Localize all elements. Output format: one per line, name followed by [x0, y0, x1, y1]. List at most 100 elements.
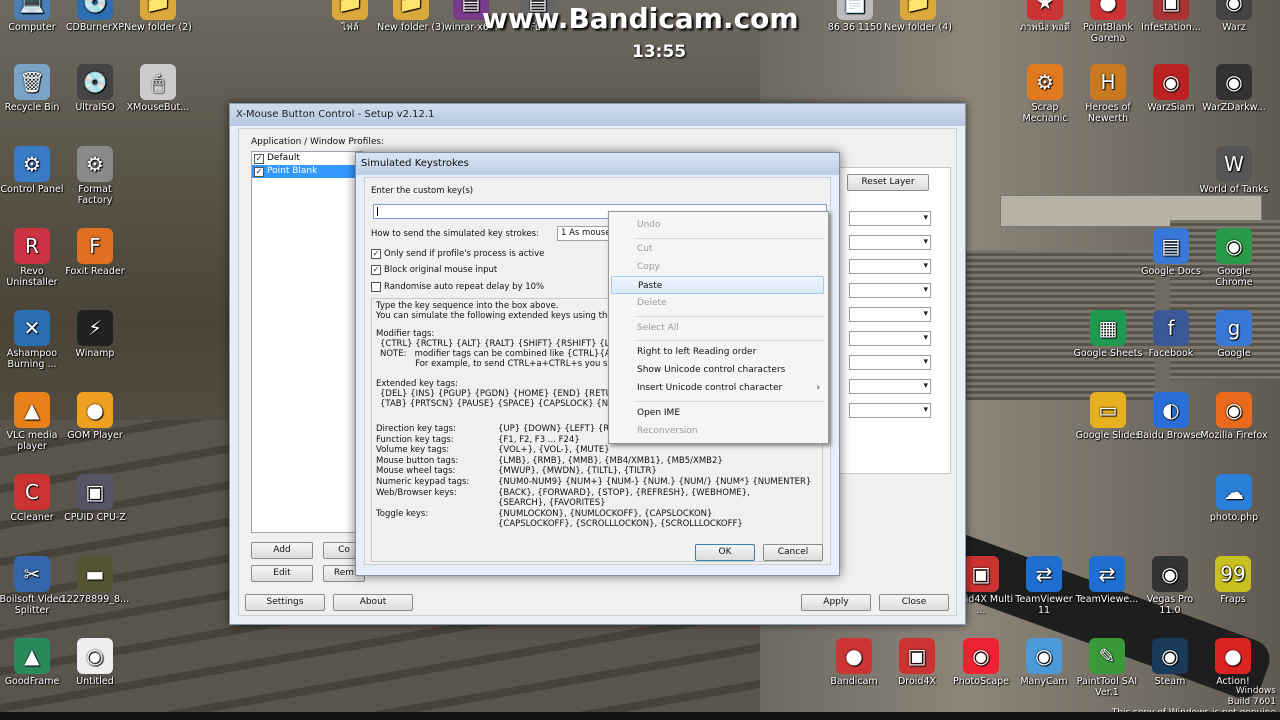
block-row[interactable]: ✓ Block original mouse input [371, 265, 497, 275]
reset-layer-button[interactable]: Reset Layer [847, 174, 929, 191]
menu-item-copy[interactable]: Copy [637, 262, 660, 272]
button-action-dropdown-9[interactable] [849, 403, 931, 418]
desktop-icon[interactable]: 💻 Computer [0, 0, 67, 33]
desktop-icon[interactable]: 📁 New folder (4) [883, 0, 953, 33]
about-button[interactable]: About [333, 594, 413, 611]
desktop-icon[interactable]: ● Bandicam [819, 638, 889, 687]
desktop-icon[interactable]: g Google [1199, 310, 1269, 359]
desktop-icon[interactable]: ◉ Steam [1135, 638, 1205, 687]
desktop-icon[interactable]: ▤ Google Docs [1136, 228, 1206, 277]
desktop-icon[interactable]: ▣ Droid4X [882, 638, 952, 687]
desktop-icon[interactable]: ▲ VLC media player [0, 392, 67, 452]
desktop-icon[interactable]: ● GOM Player [60, 392, 130, 441]
desktop-icon-label: Google [1217, 348, 1251, 359]
menu-item-rtl-reading[interactable]: Right to left Reading order [637, 347, 756, 357]
app-icon: ▣ [1153, 0, 1189, 20]
desktop-icon[interactable]: ◉ WarzSiam [1136, 64, 1206, 113]
desktop-icon[interactable]: 99 Fraps [1198, 556, 1268, 605]
dialog-title[interactable]: Simulated Keystrokes [356, 153, 839, 175]
menu-item-reconversion[interactable]: Reconversion [637, 426, 698, 436]
profile-default[interactable]: ✓ Default [252, 152, 362, 165]
edit-button[interactable]: Edit [251, 565, 313, 582]
profile-point-blank[interactable]: ✓ Point Blank [252, 165, 362, 178]
desktop-icon[interactable]: ✂ Boilsoft Video Splitter [0, 556, 67, 616]
apply-button[interactable]: Apply [801, 594, 871, 611]
desktop-icon[interactable]: ◉ Mozilla Firefox [1199, 392, 1269, 441]
desktop-icon[interactable]: R Revo Uninstaller [0, 228, 67, 288]
add-button[interactable]: Add [251, 542, 313, 559]
desktop-icon[interactable]: ◉ PhotoScape [946, 638, 1016, 687]
block-checkbox[interactable]: ✓ [371, 265, 381, 275]
button-action-dropdown-5[interactable] [849, 307, 931, 322]
button-action-dropdown-2[interactable] [849, 235, 931, 250]
desktop-icon[interactable]: ◉ Vegas Pro 11.0 [1135, 556, 1205, 616]
desktop-icon[interactable]: 💿 CDBurnerXP [60, 0, 130, 33]
desktop-icon[interactable]: 💿 UltraISO [60, 64, 130, 113]
menu-item-select-all[interactable]: Select All [637, 323, 679, 333]
menu-item-cut[interactable]: Cut [637, 244, 653, 254]
menu-item-open-ime[interactable]: Open IME [637, 408, 680, 418]
desktop-icon[interactable]: ▭ Google Slides [1073, 392, 1143, 441]
desktop-icon[interactable]: F Foxit Reader [60, 228, 130, 277]
ok-button[interactable]: OK [695, 544, 755, 561]
desktop-icon[interactable]: ⚙ Scrap Mechanic [1010, 64, 1080, 124]
desktop-icon[interactable]: ⇄ TeamViewer 11 [1009, 556, 1079, 616]
app-icon: W [1216, 146, 1252, 182]
desktop-icon[interactable]: ◉ Untitled [60, 638, 130, 687]
menu-item-delete[interactable]: Delete [637, 298, 667, 308]
desktop-icon[interactable]: 🗑 Recycle Bin [0, 64, 67, 113]
only-send-checkbox[interactable]: ✓ [371, 249, 381, 259]
recording-timer: 13:55 [632, 42, 687, 62]
desktop-icon[interactable]: 📁 New folder (2) [123, 0, 193, 33]
profile-point-blank-checkbox[interactable]: ✓ [254, 166, 264, 177]
desktop-icon[interactable]: ▦ Google Sheets [1073, 310, 1143, 359]
button-action-dropdown-8[interactable] [849, 379, 931, 394]
desktop-icon[interactable]: ⚙ Format Factory [60, 146, 130, 206]
button-action-dropdown-3[interactable] [849, 259, 931, 274]
close-button[interactable]: Close [879, 594, 949, 611]
only-send-row[interactable]: ✓ Only send if profile's process is activ… [371, 249, 544, 259]
desktop-icon[interactable]: f Facebook [1136, 310, 1206, 359]
desktop-icon[interactable]: 📁 ไฟล์ [315, 0, 385, 33]
cancel-button[interactable]: Cancel [763, 544, 823, 561]
desktop-icon[interactable]: ⚡ Winamp [60, 310, 130, 359]
desktop-icon[interactable]: ● PointBlank Garena [1073, 0, 1143, 44]
button-action-dropdown-7[interactable] [849, 355, 931, 370]
app-icon: C [14, 474, 50, 510]
desktop-icon[interactable]: ▣ CPUID CPU-Z [60, 474, 130, 523]
randomise-checkbox[interactable] [371, 282, 381, 292]
desktop-icon[interactable]: ▬ 12278899_8... [60, 556, 130, 605]
settings-button[interactable]: Settings [245, 594, 325, 611]
desktop-icon[interactable]: ◉ Google Chrome [1199, 228, 1269, 288]
only-send-label: Only send if profile's process is active [384, 249, 545, 259]
menu-item-insert-unicode[interactable]: Insert Unicode control character [637, 383, 782, 393]
desktop-icon[interactable]: 📄 86 36 1150 [820, 0, 890, 33]
button-action-dropdown-6[interactable] [849, 331, 931, 346]
menu-item-undo[interactable]: Undo [637, 220, 661, 230]
menu-item-paste[interactable]: Paste [611, 276, 824, 294]
desktop-icon[interactable]: ▣ Infestation... [1136, 0, 1206, 33]
app-icon: 💿 [77, 0, 113, 20]
desktop-icon[interactable]: W World of Tanks [1199, 146, 1269, 195]
desktop-icon[interactable]: C CCleaner [0, 474, 67, 523]
main-window-title[interactable]: X-Mouse Button Control - Setup v2.12.1 [230, 104, 965, 126]
desktop-icon[interactable]: ☁ photo.php [1199, 474, 1269, 523]
desktop-icon[interactable]: ▲ GoodFrame [0, 638, 67, 687]
desktop-icon[interactable]: ✕ Ashampoo Burning ... [0, 310, 67, 370]
button-action-dropdown-1[interactable] [849, 211, 931, 226]
desktop-icon[interactable]: ◐ Baidu Browser [1136, 392, 1206, 441]
desktop-icon[interactable]: ◉ Warz [1199, 0, 1269, 33]
desktop-icon[interactable]: ◉ ManyCam [1009, 638, 1079, 687]
profile-default-checkbox[interactable]: ✓ [254, 153, 264, 164]
desktop-icon[interactable]: H Heroes of Newerth [1073, 64, 1143, 124]
desktop-icon[interactable]: ⇄ TeamViewe... [1072, 556, 1142, 605]
profiles-list[interactable]: ✓ Default ✓ Point Blank [251, 151, 363, 533]
desktop-icon[interactable]: ★ ภาพนิ่ง พอดี [1010, 0, 1080, 33]
desktop-icon[interactable]: ● Action! [1198, 638, 1268, 687]
button-action-dropdown-4[interactable] [849, 283, 931, 298]
desktop-icon[interactable]: 🖱 XMouseBut... [123, 64, 193, 113]
menu-item-show-unicode[interactable]: Show Unicode control characters [637, 365, 785, 375]
desktop-icon[interactable]: ◉ WarZDarkw... [1199, 64, 1269, 113]
desktop-icon[interactable]: ⚙ Control Panel [0, 146, 67, 195]
randomise-row[interactable]: Randomise auto repeat delay by 10% [371, 282, 544, 292]
